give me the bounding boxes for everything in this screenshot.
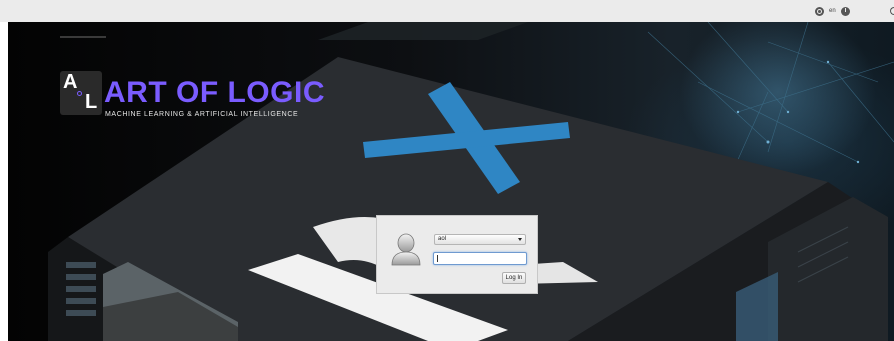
logo-dot-icon bbox=[77, 91, 82, 96]
logo-title: ART OF LOGIC bbox=[104, 76, 325, 109]
user-select-dropdown[interactable]: aol bbox=[434, 234, 526, 245]
logo-mark: A L bbox=[60, 71, 102, 115]
chevron-down-icon bbox=[518, 238, 522, 241]
logo-subtitle: MACHINE LEARNING & ARTIFICIAL INTELLIGEN… bbox=[105, 111, 299, 118]
login-button[interactable]: Log In bbox=[502, 272, 526, 284]
user-avatar-icon bbox=[391, 233, 421, 266]
panel-edge-icon bbox=[890, 7, 894, 15]
network-icon[interactable] bbox=[815, 6, 824, 16]
password-field[interactable] bbox=[433, 252, 527, 265]
text-cursor bbox=[437, 255, 438, 262]
user-select-value: aol bbox=[438, 236, 447, 242]
logo-letter-l: L bbox=[85, 91, 98, 113]
login-dialog: aol Log In bbox=[376, 215, 538, 294]
logo-letter-a: A bbox=[63, 71, 78, 93]
system-tray: en bbox=[815, 4, 850, 18]
top-panel: en bbox=[0, 0, 894, 22]
power-icon[interactable] bbox=[840, 6, 850, 16]
keyboard-layout-indicator[interactable]: en bbox=[829, 8, 836, 14]
